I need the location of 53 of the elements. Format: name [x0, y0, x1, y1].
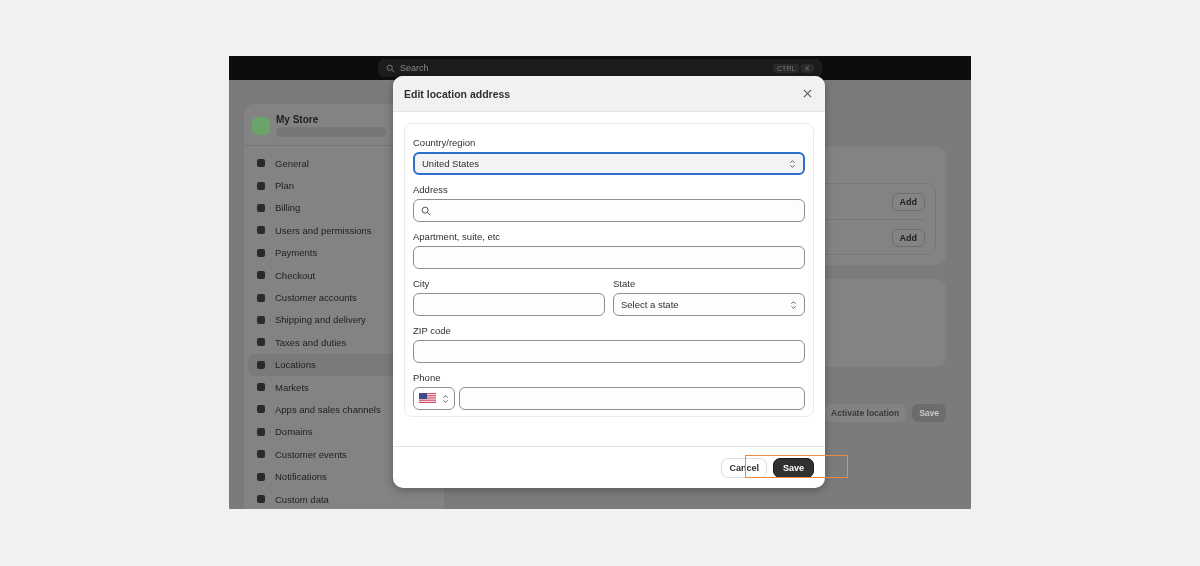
square-icon	[256, 471, 266, 482]
store-name: My Store	[276, 114, 320, 125]
square-icon	[256, 225, 266, 236]
square-icon	[256, 314, 266, 325]
square-icon	[256, 359, 266, 370]
input-field[interactable]	[413, 246, 805, 269]
store-avatar	[252, 117, 270, 135]
address-field[interactable]	[413, 199, 805, 222]
dialog-title: Edit location address	[404, 87, 511, 100]
square-icon	[256, 158, 266, 169]
square-icon	[256, 247, 266, 258]
square-icon	[256, 494, 266, 505]
add-button[interactable]: Add	[891, 192, 925, 211]
square-icon	[256, 404, 266, 415]
chevron-icon	[790, 299, 797, 310]
field-label: Apartment, suite, etc	[413, 231, 502, 242]
chevron-icon	[442, 393, 449, 404]
phone-field[interactable]	[459, 387, 805, 410]
square-icon	[256, 202, 266, 213]
square-icon	[256, 180, 266, 191]
save-button[interactable]: Save	[912, 404, 946, 422]
close-button[interactable]	[801, 87, 814, 100]
search-icon	[386, 63, 395, 73]
sidebar-item[interactable]: Apps and sales channels	[244, 398, 444, 421]
field-label: Address	[413, 184, 449, 195]
activate-button[interactable]: Activate location	[824, 404, 907, 422]
sidebar-item[interactable]: Notifications	[244, 465, 444, 488]
square-icon	[256, 426, 266, 437]
input-field[interactable]	[413, 340, 805, 363]
country-code-select[interactable]	[413, 387, 455, 410]
chevron-icon	[789, 158, 796, 169]
square-icon	[256, 270, 266, 281]
square-icon	[256, 337, 266, 348]
field-label: ZIP code	[413, 325, 452, 336]
square-icon	[256, 449, 266, 460]
save-button[interactable]: Save	[772, 457, 814, 478]
select-field[interactable]: Select a state	[613, 293, 805, 316]
field-label: Country/region	[413, 137, 477, 148]
sidebar-item[interactable]: Billing	[244, 196, 444, 220]
square-icon	[256, 382, 266, 393]
sidebar-item[interactable]: Customer events	[244, 443, 444, 466]
select-field[interactable]: United States	[413, 152, 805, 175]
square-icon	[256, 292, 266, 303]
sidebar-item[interactable]: Payments	[244, 241, 444, 264]
search-placeholder: Search	[400, 63, 430, 73]
sidebar-item[interactable]: Custom data	[244, 487, 444, 509]
field-label: State	[613, 278, 637, 289]
field-label: City	[413, 278, 431, 289]
sidebar-item[interactable]: Domains	[244, 420, 444, 444]
add-button[interactable]: Add	[891, 228, 925, 247]
search-icon	[421, 205, 431, 216]
flag-icon	[419, 393, 436, 404]
input-field[interactable]	[413, 293, 605, 316]
